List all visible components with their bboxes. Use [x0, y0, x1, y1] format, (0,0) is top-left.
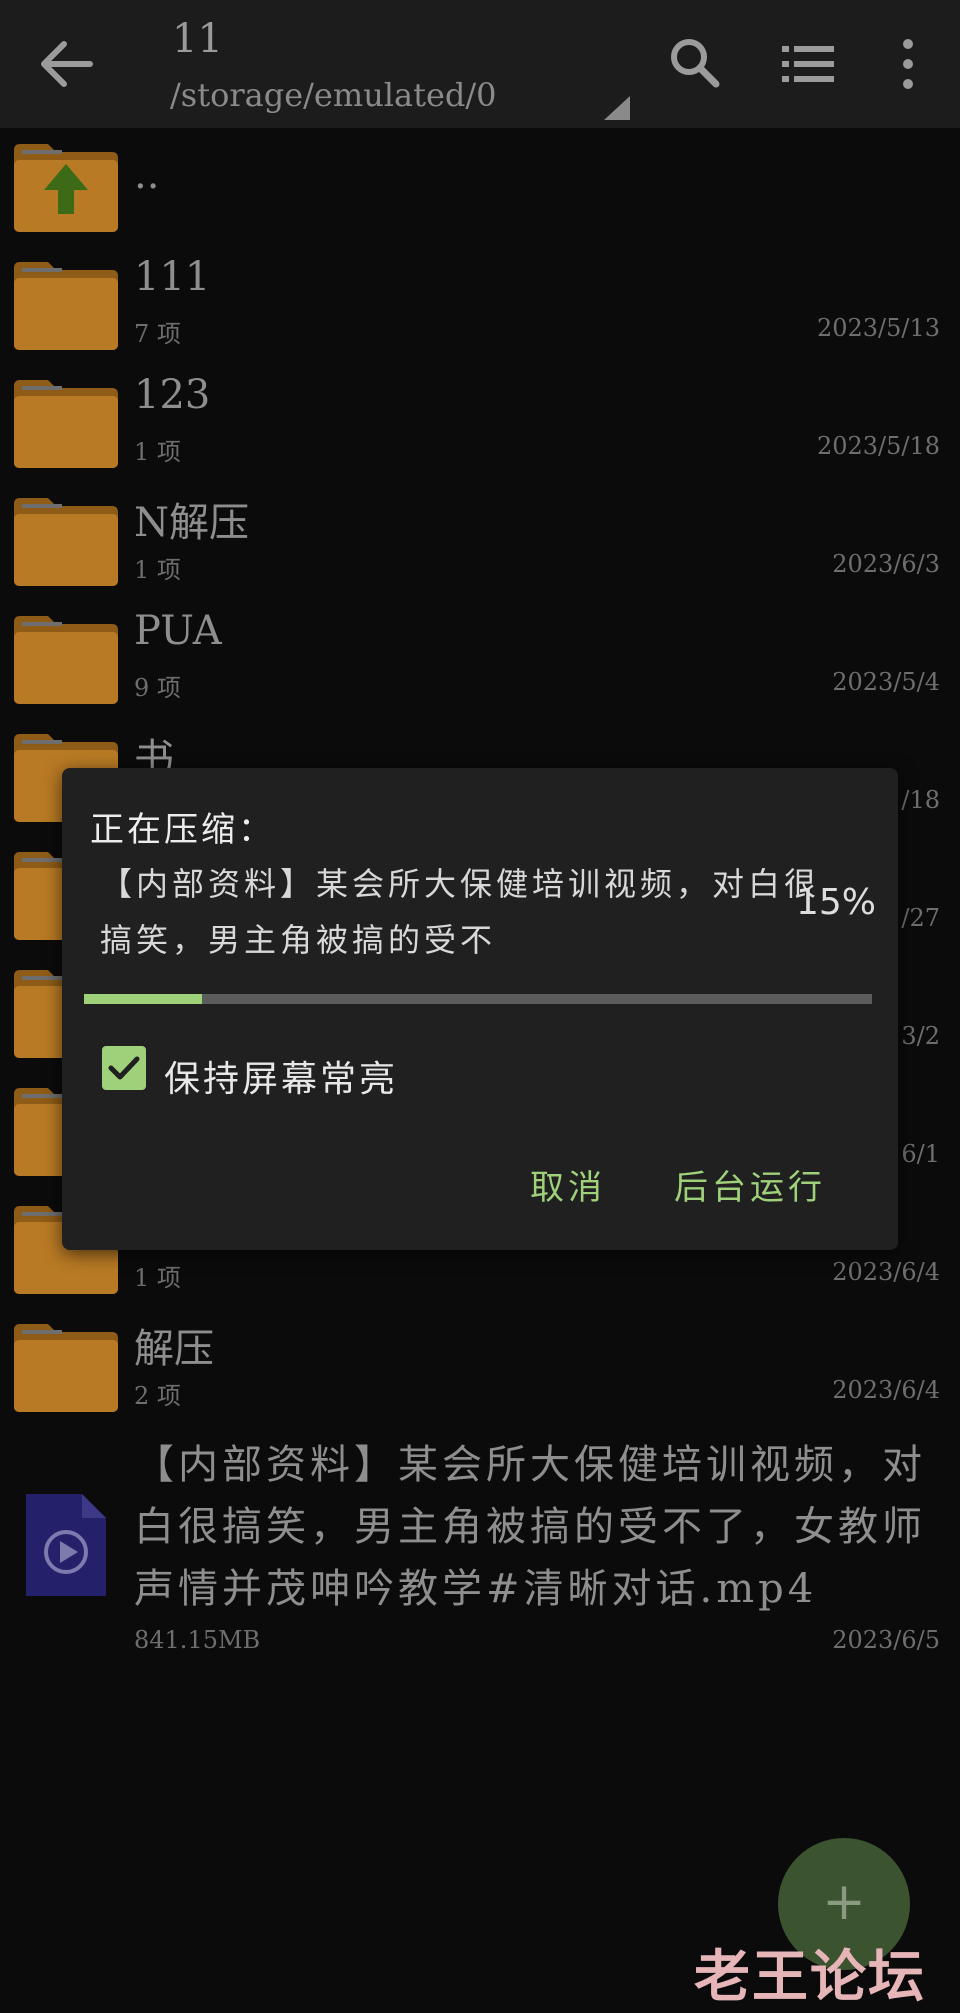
folder-date: /18: [901, 786, 940, 814]
arrow-left-icon[interactable]: [38, 38, 94, 90]
search-icon[interactable]: [668, 36, 720, 88]
folder-date: 2023/5/13: [816, 314, 940, 342]
folder-date: 2023/5/18: [816, 432, 940, 460]
folder-row[interactable]: N解压 1 项 2023/6/3: [0, 482, 960, 600]
keep-screen-on-label[interactable]: 保持屏幕常亮: [164, 1050, 398, 1102]
folder-row[interactable]: 123 1 项 2023/5/18: [0, 364, 960, 482]
progress-bar-fill: [84, 994, 203, 1004]
video-file-row[interactable]: 【内部资料】某会所大保健培训视频，对白很搞笑，男主角被搞的受不了，女教师声情并茂…: [0, 1434, 960, 1654]
folder-item-count: 2 项: [134, 1382, 181, 1410]
folder-row[interactable]: PUA 9 项 2023/5/4: [0, 600, 960, 718]
path-dropdown-icon[interactable]: [604, 96, 630, 120]
parent-folder-row[interactable]: ..: [0, 128, 960, 246]
folder-date: 6/1: [901, 1140, 940, 1168]
keep-screen-on-checkbox[interactable]: [102, 1046, 146, 1090]
folder-icon: [14, 616, 118, 704]
video-file-date: 2023/6/5: [832, 1626, 940, 1654]
folder-row[interactable]: 解压 2 项 2023/6/4: [0, 1308, 960, 1426]
folder-date: 2023/6/4: [832, 1258, 940, 1286]
app-bar: 11 /storage/emulated/0: [0, 0, 960, 128]
folder-item-count: 7 项: [134, 320, 181, 348]
watermark: 老王论坛: [694, 1944, 926, 2010]
dialog-title: 正在压缩：: [90, 810, 275, 850]
folder-date: 2023/5/4: [832, 668, 940, 696]
folder-icon: [14, 498, 118, 586]
folder-date: /27: [901, 904, 940, 932]
folder-icon: [14, 1324, 118, 1412]
folder-up-icon: [14, 144, 118, 232]
folder-name: PUA: [134, 608, 222, 654]
video-file-icon: [26, 1494, 106, 1596]
progress-percent: 15%: [795, 882, 876, 923]
more-vert-icon[interactable]: [896, 38, 920, 90]
folder-item-count: 9 项: [134, 674, 181, 702]
run-in-background-button[interactable]: 后台运行: [674, 1160, 826, 1209]
folder-name: N解压: [134, 500, 249, 546]
dialog-file-name: 【内部资料】某会所大保健培训视频，对白很搞笑，男主角被搞的受不: [100, 865, 821, 959]
folder-item-count: 1 项: [134, 556, 181, 584]
folder-date: 3/2: [901, 1022, 940, 1050]
video-file-name: 【内部资料】某会所大保健培训视频，对白很搞笑，男主角被搞的受不了，女教师声情并茂…: [134, 1442, 926, 1612]
folder-date: 2023/6/3: [832, 550, 940, 578]
check-icon: [108, 1056, 140, 1080]
folder-row[interactable]: 111 7 项 2023/5/13: [0, 246, 960, 364]
folder-item-count: 1 项: [134, 1264, 181, 1292]
folder-path[interactable]: /storage/emulated/0: [170, 76, 497, 114]
parent-folder-label: ..: [134, 152, 160, 198]
list-view-icon[interactable]: [782, 44, 834, 84]
folder-name: 解压: [134, 1326, 214, 1372]
folder-title: 11: [172, 16, 223, 62]
folder-date: 2023/6/4: [832, 1376, 940, 1404]
folder-item-count: 1 项: [134, 438, 181, 466]
folder-name: 123: [134, 372, 211, 418]
cancel-button[interactable]: 取消: [530, 1160, 606, 1209]
compress-progress-dialog: 正在压缩： 【内部资料】某会所大保健培训视频，对白很搞笑，男主角被搞的受不 15…: [62, 768, 898, 1250]
video-file-size: 841.15MB: [134, 1626, 261, 1654]
folder-icon: [14, 262, 118, 350]
folder-name: 111: [134, 254, 211, 300]
folder-icon: [14, 380, 118, 468]
progress-bar: [84, 994, 872, 1004]
